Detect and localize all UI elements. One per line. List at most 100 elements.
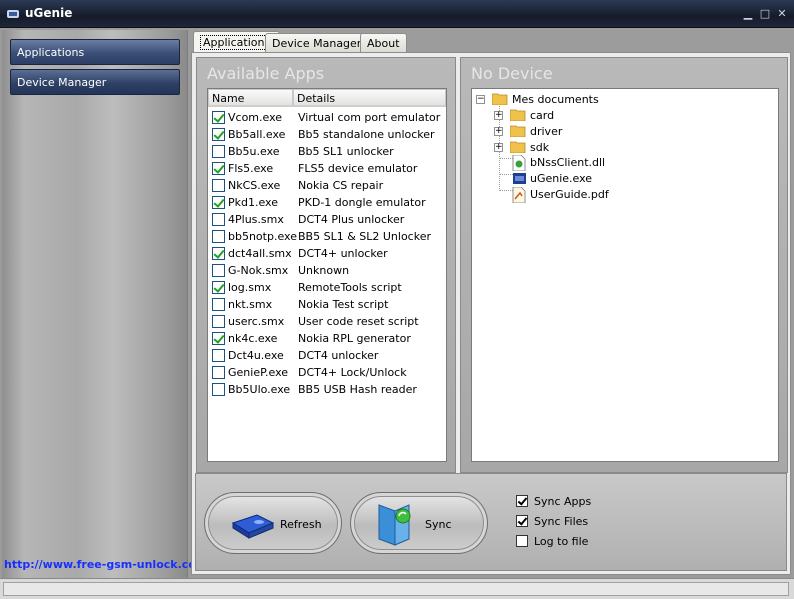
list-item[interactable]: bb5notp.exe BB5 SL1 & SL2 Unlocker — [208, 228, 446, 245]
sync-button[interactable]: Sync — [350, 492, 488, 554]
title-bar: uGenie ▁ □ ✕ — [0, 0, 794, 28]
sidebar-item-applications[interactable]: Applications — [10, 39, 180, 65]
list-item[interactable]: GenieP.exe DCT4+ Lock/Unlock — [208, 364, 446, 381]
app-details: Bb5 SL1 unlocker — [298, 145, 394, 158]
tree-file-pdf[interactable]: UserGuide.pdf — [512, 187, 662, 203]
minimize-icon[interactable]: ▁ — [740, 6, 756, 22]
tree-label: sdk — [530, 141, 550, 154]
app-details: DCT4 Plus unlocker — [298, 213, 405, 226]
refresh-button[interactable]: Refresh — [204, 492, 342, 554]
expand-icon[interactable]: + — [494, 143, 503, 152]
sync-apps-checkbox[interactable] — [516, 495, 528, 507]
app-checkbox[interactable] — [212, 213, 225, 226]
app-details: FLS5 device emulator — [298, 162, 418, 175]
app-checkbox[interactable] — [212, 349, 225, 362]
app-name: Bb5Ulo.exe — [228, 383, 291, 396]
status-field — [3, 582, 789, 596]
sync-files-checkbox[interactable] — [516, 515, 528, 527]
list-item[interactable]: Dct4u.exe DCT4 unlocker — [208, 347, 446, 364]
dll-file-icon — [512, 155, 526, 171]
tree-file-exe[interactable]: uGenie.exe — [512, 171, 662, 187]
app-name: bb5notp.exe — [228, 230, 297, 243]
list-item[interactable]: Pkd1.exe PKD-1 dongle emulator — [208, 194, 446, 211]
tree-root[interactable]: − Mes documents — [476, 92, 676, 108]
app-name: nk4c.exe — [228, 332, 278, 345]
app-checkbox[interactable] — [212, 179, 225, 192]
app-name: NkCS.exe — [228, 179, 281, 192]
app-name: dct4all.smx — [228, 247, 292, 260]
app-checkbox[interactable] — [212, 366, 225, 379]
app-checkbox[interactable] — [212, 230, 225, 243]
app-details: Unknown — [298, 264, 350, 277]
app-checkbox[interactable] — [212, 162, 225, 175]
list-item[interactable]: dct4all.smx DCT4+ unlocker — [208, 245, 446, 262]
tree-folder-card[interactable]: + card — [494, 108, 644, 124]
app-checkbox[interactable] — [212, 145, 225, 158]
app-checkbox[interactable] — [212, 383, 225, 396]
collapse-icon[interactable]: − — [476, 95, 485, 104]
option-label: Sync Files — [534, 515, 589, 528]
app-checkbox[interactable] — [212, 128, 225, 141]
sidebar: Applications Device Manager — [2, 30, 188, 578]
tree-file-dll[interactable]: bNssClient.dll — [512, 155, 662, 171]
list-item[interactable]: NkCS.exe Nokia CS repair — [208, 177, 446, 194]
tree-folder-driver[interactable]: + driver — [494, 124, 644, 140]
app-checkbox[interactable] — [212, 332, 225, 345]
app-checkbox[interactable] — [212, 111, 225, 124]
website-link[interactable]: http://www.free-gsm-unlock.com — [4, 558, 207, 571]
tab-about[interactable]: About — [360, 33, 407, 52]
tree-label: card — [530, 109, 555, 122]
option-label: Sync Apps — [534, 495, 592, 508]
expand-icon[interactable]: + — [494, 127, 503, 136]
tab-device-manager[interactable]: Device Manager — [265, 33, 369, 52]
app-checkbox[interactable] — [212, 247, 225, 260]
tree-label: uGenie.exe — [530, 172, 593, 185]
app-details: PKD-1 dongle emulator — [298, 196, 426, 209]
column-header-details[interactable]: Details — [293, 89, 446, 107]
action-bar: Refresh Sync Sync Apps Sync Files Log to… — [195, 473, 787, 571]
list-item[interactable]: userc.smx User code reset script — [208, 313, 446, 330]
folder-icon — [510, 125, 526, 137]
tab-label: About — [367, 37, 400, 50]
list-item[interactable]: Bb5Ulo.exe BB5 USB Hash reader — [208, 381, 446, 398]
app-name: log.smx — [228, 281, 272, 294]
app-checkbox[interactable] — [212, 264, 225, 277]
file-tree[interactable]: − Mes documents + card + driver + sdk bN… — [471, 88, 779, 462]
app-name: userc.smx — [228, 315, 285, 328]
app-checkbox[interactable] — [212, 196, 225, 209]
maximize-icon[interactable]: □ — [757, 6, 773, 22]
app-details: BB5 SL1 & SL2 Unlocker — [298, 230, 431, 243]
list-item[interactable]: 4Plus.smx DCT4 Plus unlocker — [208, 211, 446, 228]
tree-folder-sdk[interactable]: + sdk — [494, 140, 644, 156]
apps-list[interactable]: Name Details Vcom.exe Virtual com port em… — [207, 88, 447, 462]
app-name: Pkd1.exe — [228, 196, 278, 209]
list-item[interactable]: G-Nok.smx Unknown — [208, 262, 446, 279]
list-item[interactable]: Vcom.exe Virtual com port emulator — [208, 109, 446, 126]
app-name: GenieP.exe — [228, 366, 289, 379]
list-header: Name Details — [208, 89, 446, 107]
main-panel: Available Apps Name Details Vcom.exe Virt… — [191, 52, 791, 575]
list-item[interactable]: log.smx RemoteTools script — [208, 279, 446, 296]
list-item[interactable]: Bb5u.exe Bb5 SL1 unlocker — [208, 143, 446, 160]
folder-icon — [510, 109, 526, 121]
column-header-name[interactable]: Name — [208, 89, 293, 107]
sidebar-item-device-manager[interactable]: Device Manager — [10, 69, 180, 95]
close-icon[interactable]: ✕ — [774, 6, 790, 22]
sync-label: Sync — [425, 518, 452, 531]
app-checkbox[interactable] — [212, 315, 225, 328]
list-item[interactable]: nkt.smx Nokia Test script — [208, 296, 446, 313]
option-label: Log to file — [534, 535, 589, 548]
app-checkbox[interactable] — [212, 298, 225, 311]
folder-open-icon — [492, 93, 508, 105]
log-to-file-checkbox[interactable] — [516, 535, 528, 547]
app-name: nkt.smx — [228, 298, 273, 311]
list-item[interactable]: Fls5.exe FLS5 device emulator — [208, 160, 446, 177]
expand-icon[interactable]: + — [494, 111, 503, 120]
app-name: Bb5all.exe — [228, 128, 286, 141]
list-item[interactable]: Bb5all.exe Bb5 standalone unlocker — [208, 126, 446, 143]
app-checkbox[interactable] — [212, 281, 225, 294]
app-details: DCT4+ unlocker — [298, 247, 388, 260]
app-details: Nokia CS repair — [298, 179, 384, 192]
app-details: Virtual com port emulator — [298, 111, 441, 124]
list-item[interactable]: nk4c.exe Nokia RPL generator — [208, 330, 446, 347]
